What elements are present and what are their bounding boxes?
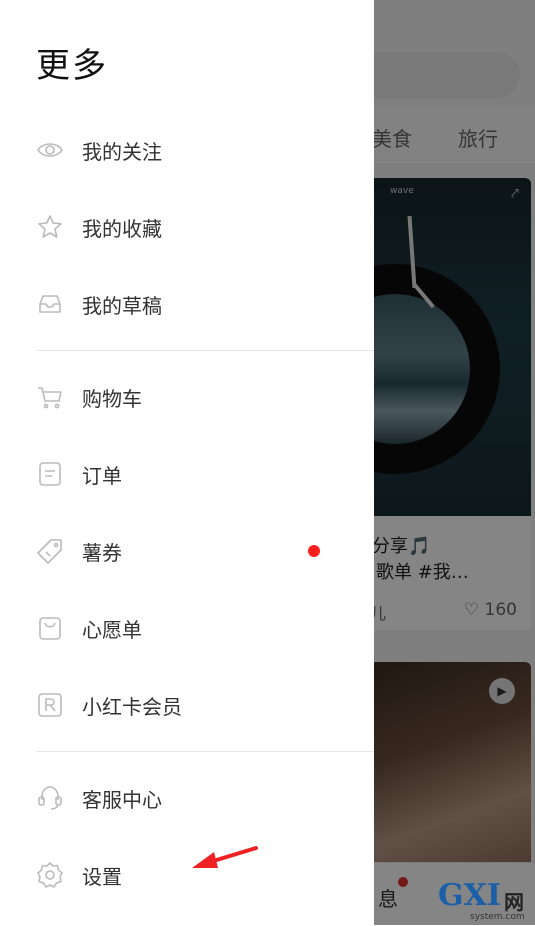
coupon-tag-icon: [37, 539, 62, 564]
order-icon: [39, 462, 61, 486]
menu-item-membership[interactable]: 小红卡会员: [0, 677, 374, 733]
menu-divider: [36, 350, 374, 351]
side-drawer: 更多 我的关注 我的收藏 我的草稿 购物车 订单 薯券 心愿单 小红卡会员 客服…: [0, 0, 374, 925]
menu-item-cart[interactable]: 购物车: [0, 369, 374, 425]
menu-item-settings[interactable]: 设置: [0, 847, 374, 903]
menu-item-drafts[interactable]: 我的草稿: [0, 276, 374, 332]
menu-divider: [36, 751, 374, 752]
menu-item-favorites[interactable]: 我的收藏: [0, 199, 374, 255]
member-card-icon: [38, 693, 62, 717]
gear-icon: [37, 862, 63, 888]
menu-item-customer-service[interactable]: 客服中心: [0, 770, 374, 826]
headset-icon: [38, 786, 62, 810]
cart-icon: [38, 387, 62, 409]
watermark-logo: GXI: [438, 878, 501, 913]
notification-dot: [308, 545, 320, 557]
menu-label: 薯券: [82, 541, 122, 565]
menu-label: 购物车: [82, 387, 142, 411]
menu-label: 小红卡会员: [82, 695, 182, 719]
watermark-wang: 网: [504, 890, 524, 914]
wishlist-bag-icon: [39, 617, 61, 640]
menu-label: 我的草稿: [82, 294, 162, 318]
inbox-icon: [39, 295, 61, 313]
menu-label: 订单: [82, 464, 122, 488]
menu-label: 客服中心: [82, 788, 162, 812]
menu-item-wishlist[interactable]: 心愿单: [0, 600, 374, 656]
drawer-title: 更多: [36, 46, 108, 86]
menu-label: 心愿单: [82, 618, 142, 642]
menu-label: 我的收藏: [82, 217, 162, 241]
menu-item-following[interactable]: 我的关注: [0, 122, 374, 178]
watermark-sub: system.com: [470, 912, 525, 922]
annotation-arrow-icon: [192, 846, 258, 868]
menu-label: 设置: [82, 865, 122, 889]
menu-label: 我的关注: [82, 140, 162, 164]
menu-item-coupons[interactable]: 薯券: [0, 523, 374, 579]
eye-icon: [37, 143, 63, 157]
star-icon: [38, 215, 62, 238]
menu-item-orders[interactable]: 订单: [0, 446, 374, 502]
